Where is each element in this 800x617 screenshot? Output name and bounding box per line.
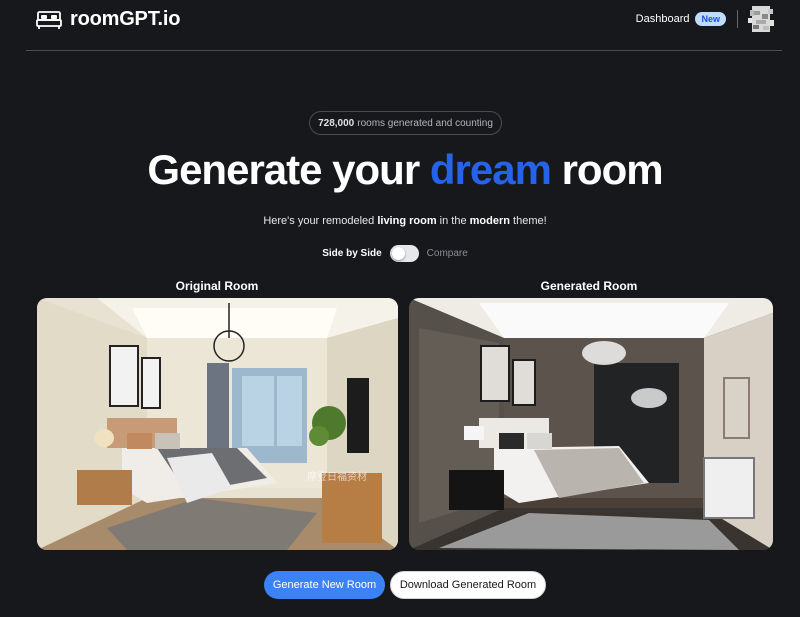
result-description: Here's your remodeled living room in the… (0, 215, 800, 227)
avatar-icon[interactable] (748, 5, 774, 33)
subtitle-post: theme! (509, 215, 547, 227)
subtitle-theme: modern (469, 215, 510, 227)
title-part1: Generate your (147, 146, 430, 193)
rooms-counter-badge: 728,000 rooms generated and counting (309, 111, 502, 135)
view-toggle: Side by Side Compare (0, 245, 790, 262)
title-accent: dream (429, 146, 552, 193)
generate-new-room-button[interactable]: Generate New Room (264, 571, 385, 599)
dashboard-label: Dashboard (635, 13, 690, 25)
original-room-image: 摩登日福资材 (37, 298, 398, 550)
top-nav: roomGPT.io Dashboard New (0, 0, 800, 50)
switch-knob (391, 247, 405, 260)
brand-logo[interactable]: roomGPT.io (36, 8, 180, 31)
download-generated-room-button[interactable]: Download Generated Room (390, 571, 546, 599)
page-title: Generate your dream room (0, 146, 800, 194)
bed-icon (36, 10, 62, 29)
original-room-label: Original Room (175, 279, 259, 293)
header-divider (26, 50, 782, 51)
generated-room-label: Generated Room (540, 279, 638, 293)
title-part2: room (550, 146, 664, 193)
subtitle-room-type: living room (377, 215, 437, 227)
nav-divider (737, 10, 738, 28)
rooms-count: 728,000 (318, 117, 355, 129)
side-by-side-label[interactable]: Side by Side (322, 248, 381, 259)
view-mode-switch[interactable] (389, 245, 419, 262)
subtitle-pre: Here's your remodeled (263, 215, 378, 227)
dashboard-link[interactable]: Dashboard New (636, 12, 726, 26)
generated-room-image (409, 298, 773, 550)
compare-label[interactable]: Compare (427, 248, 468, 259)
nav-right: Dashboard New (636, 5, 774, 33)
new-badge: New (695, 12, 726, 26)
brand-name: roomGPT.io (70, 8, 181, 30)
rooms-counter-text: rooms generated and counting (357, 117, 493, 129)
watermark-text: 摩登日福资材 (307, 470, 367, 483)
subtitle-mid: in the (436, 215, 470, 227)
